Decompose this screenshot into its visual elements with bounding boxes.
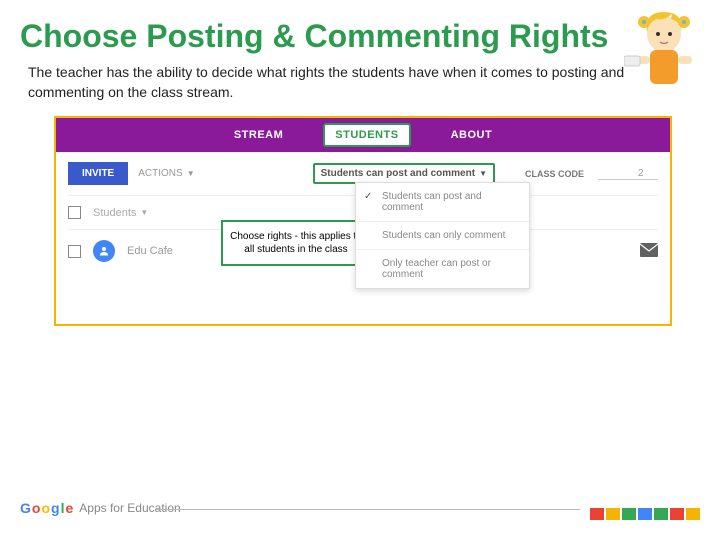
chevron-down-icon: ▼ [140,208,148,217]
callout-box: Choose rights - this applies to all stud… [221,220,371,266]
students-header[interactable]: Students ▼ [93,207,148,219]
tab-about[interactable]: ABOUT [451,129,493,141]
classcode-label: CLASS CODE [525,169,584,179]
permissions-select[interactable]: Students can post and comment ▼ [313,163,495,184]
footer-brand-text: Apps for Education [79,501,180,515]
tab-students[interactable]: STUDENTS [323,123,410,147]
classcode-value: 2 [598,168,658,180]
select-all-checkbox[interactable] [68,206,81,219]
tab-bar: STREAM STUDENTS ABOUT [56,118,670,152]
student-name: Edu Cafe [127,245,173,257]
chevron-down-icon: ▼ [479,169,487,178]
google-logo: Google [20,500,73,516]
chevron-down-icon: ▼ [187,169,195,178]
footer-color-blocks [590,508,700,520]
perm-option-teacher-only[interactable]: Only teacher can post or comment [356,250,529,288]
student-avatar [93,240,115,262]
perm-option-comment-only[interactable]: Students can only comment [356,222,529,250]
actions-menu[interactable]: ACTIONS ▼ [138,168,194,179]
permissions-dropdown: Students can post and comment Students c… [355,182,530,289]
footer-divider [156,509,580,510]
classroom-screenshot: STREAM STUDENTS ABOUT INVITE ACTIONS ▼ S… [54,116,672,326]
actions-label: ACTIONS [138,168,182,179]
page-title: Choose Posting & Commenting Rights [0,0,720,63]
student-checkbox[interactable] [68,245,81,258]
permissions-selected-label: Students can post and comment [321,168,475,179]
tab-stream[interactable]: STREAM [234,129,283,141]
page-description: The teacher has the ability to decide wh… [0,63,720,116]
footer-logo: Google Apps for Education [20,500,181,516]
invite-button[interactable]: INVITE [68,162,128,185]
cartoon-avatar [624,8,704,102]
perm-option-post-comment[interactable]: Students can post and comment [356,183,529,222]
mail-icon[interactable] [640,243,658,260]
